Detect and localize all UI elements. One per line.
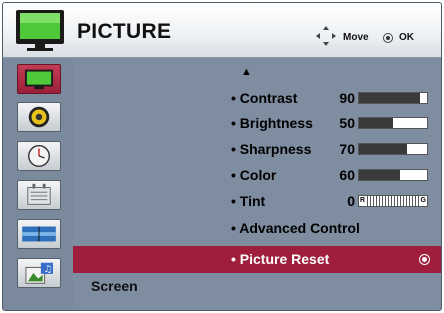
- sidebar-item-audio[interactable]: [17, 102, 61, 132]
- sidebar-item-option[interactable]: [17, 180, 61, 210]
- ok-hint-label: OK: [399, 32, 414, 43]
- menu-item-label: • Color: [231, 167, 277, 183]
- menu-item-label: • Contrast: [231, 90, 298, 106]
- sidebar-item-picture[interactable]: [17, 64, 61, 94]
- level-fill: [359, 93, 421, 103]
- menu-item-label: • Advanced Control: [231, 220, 360, 236]
- tint-slider[interactable]: R G: [358, 195, 428, 207]
- level-fill: [359, 144, 407, 154]
- menu-item-picture-reset[interactable]: • Picture Reset: [73, 246, 441, 273]
- menu-item-value: 60: [339, 167, 355, 183]
- sidebar-item-screen-label: Screen: [91, 278, 138, 294]
- sidebar-item-input[interactable]: [17, 219, 61, 249]
- menu-item-contrast[interactable]: • Contrast 90: [73, 85, 441, 111]
- move-hint-label: Move: [343, 32, 369, 43]
- svg-text:♫: ♫: [44, 264, 52, 275]
- sharpness-level-bar[interactable]: [358, 143, 428, 155]
- photo-music-icon: ♫: [25, 262, 53, 284]
- tint-green-label: G: [419, 196, 427, 206]
- menu-item-label: • Picture Reset: [231, 251, 330, 267]
- menu-item-value: 90: [339, 90, 355, 106]
- menu-item-label: • Sharpness: [231, 141, 312, 157]
- menu-item-label: • Tint: [231, 193, 266, 209]
- menu-header: PICTURE Move OK: [3, 3, 441, 58]
- clock-icon: [28, 145, 50, 167]
- sidebar-item-media[interactable]: ♫: [17, 258, 61, 288]
- move-arrows-icon: [316, 26, 336, 46]
- color-level-bar[interactable]: [358, 169, 428, 181]
- menu-item-value: 50: [339, 115, 355, 131]
- audio-speaker-icon: [28, 106, 50, 128]
- brightness-level-bar[interactable]: [358, 117, 428, 129]
- scroll-up-arrow-icon[interactable]: ▲: [241, 66, 252, 78]
- menu-item-sharpness[interactable]: • Sharpness 70: [73, 136, 441, 162]
- input-icon: [22, 226, 56, 242]
- ok-button-icon: [383, 33, 393, 43]
- menu-item-advanced-control[interactable]: • Advanced Control: [73, 215, 441, 241]
- picture-icon: [25, 69, 53, 90]
- options-icon: [27, 183, 51, 205]
- sidebar-item-time[interactable]: [17, 141, 61, 171]
- osd-menu: PICTURE Move OK ♫ ▲ • Contrast 90 • Brig…: [2, 2, 442, 311]
- menu-item-value: 70: [339, 141, 355, 157]
- level-fill: [359, 118, 393, 128]
- monitor-icon: [16, 10, 64, 51]
- menu-item-label: • Brightness: [231, 115, 313, 131]
- ok-select-icon: [419, 254, 430, 265]
- menu-item-tint[interactable]: • Tint 0 R G: [73, 188, 441, 214]
- picture-menu: ▲ • Contrast 90 • Brightness 50 • Sharpn…: [73, 58, 441, 310]
- category-sidebar: ♫: [3, 58, 73, 310]
- page-title: PICTURE: [77, 20, 172, 43]
- tint-red-label: R: [359, 196, 367, 206]
- menu-item-brightness[interactable]: • Brightness 50: [73, 110, 441, 136]
- menu-item-color[interactable]: • Color 60: [73, 162, 441, 188]
- contrast-level-bar[interactable]: [358, 92, 428, 104]
- menu-item-value: 0: [347, 193, 355, 209]
- level-fill: [359, 170, 400, 180]
